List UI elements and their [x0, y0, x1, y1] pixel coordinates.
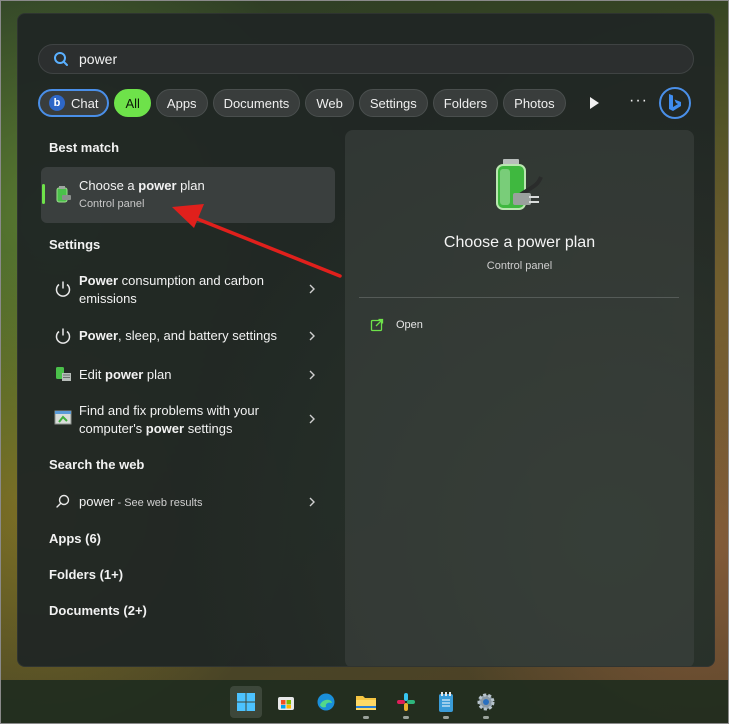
chevron-right-icon — [309, 331, 315, 341]
setting-edit-power-plan-label: Edit power plan — [79, 367, 172, 382]
chip-photos[interactable]: Photos — [503, 89, 566, 117]
bing-chat-icon: b — [49, 95, 65, 111]
power-icon — [55, 328, 71, 344]
chip-web-label: Web — [316, 95, 343, 111]
running-indicator — [363, 716, 369, 719]
open-external-icon — [370, 318, 384, 332]
apps-group[interactable]: Apps (6) — [49, 531, 101, 546]
edit-power-plan-icon — [56, 367, 71, 381]
documents-group[interactable]: Documents (2+) — [49, 603, 147, 618]
chip-chat[interactable]: b Chat — [38, 89, 110, 117]
selection-indicator — [42, 184, 45, 204]
chip-folders[interactable]: Folders — [432, 89, 499, 117]
best-match-heading: Best match — [49, 140, 120, 155]
search-panel: b Chat All Apps Documents Web Settings F… — [17, 13, 715, 667]
filter-chips: b Chat All Apps Documents Web Settings F… — [38, 88, 571, 118]
folders-group[interactable]: Folders (1+) — [49, 567, 123, 582]
chevron-right-icon — [309, 497, 315, 507]
preview-subtitle: Control panel — [486, 260, 553, 272]
chip-apps-label: Apps — [166, 95, 197, 111]
chip-documents[interactable]: Documents — [212, 89, 301, 117]
chip-chat-label: Chat — [71, 95, 99, 111]
web-result-label: power - See web results — [79, 494, 203, 509]
divider — [359, 297, 679, 298]
store-icon[interactable] — [270, 686, 302, 718]
more-options-icon[interactable]: ··· — [629, 93, 649, 110]
chip-settings-label: Settings — [369, 95, 417, 111]
setting-edit-power-plan[interactable]: Edit power plan — [41, 363, 335, 389]
slack-icon[interactable] — [390, 686, 422, 718]
search-input[interactable] — [79, 51, 639, 67]
preview-title: Choose a power plan — [443, 234, 596, 251]
web-result-item[interactable]: power - See web results — [41, 489, 335, 515]
chip-all[interactable]: All — [114, 89, 151, 117]
chevron-right-icon — [309, 284, 315, 294]
bing-button[interactable] — [659, 87, 691, 119]
setting-troubleshoot-power-label: Find and fix problems with your computer'… — [79, 403, 259, 436]
search-web-heading: Search the web — [49, 457, 145, 472]
edge-icon[interactable] — [310, 686, 342, 718]
chevron-right-icon — [309, 414, 315, 424]
chip-documents-label: Documents — [223, 95, 290, 111]
search-box[interactable] — [38, 44, 694, 74]
play-icon[interactable] — [588, 96, 600, 110]
setting-power-sleep-battery-label: Power, sleep, and battery settings — [79, 328, 277, 343]
chip-web[interactable]: Web — [305, 89, 354, 117]
notepad-icon[interactable] — [430, 686, 462, 718]
annotation-arrow — [172, 204, 342, 278]
file-explorer-icon[interactable] — [350, 686, 382, 718]
chevron-right-icon — [309, 370, 315, 380]
power-icon — [55, 281, 71, 297]
running-indicator — [483, 716, 489, 719]
settings-gear-icon[interactable] — [470, 686, 502, 718]
power-plan-large-icon — [496, 159, 543, 210]
setting-troubleshoot-power[interactable]: Find and fix problems with your computer'… — [41, 398, 335, 440]
settings-heading: Settings — [49, 237, 101, 252]
search-icon — [54, 52, 68, 66]
search-icon — [56, 494, 70, 508]
chip-all-label: All — [125, 95, 140, 111]
troubleshoot-icon — [54, 410, 72, 425]
windows-start-icon[interactable] — [230, 686, 262, 718]
open-action[interactable]: Open — [370, 316, 423, 334]
chip-settings[interactable]: Settings — [358, 89, 428, 117]
bing-icon — [669, 94, 681, 111]
preview-pane: Choose a power plan Control panel Open — [345, 130, 694, 666]
running-indicator — [403, 716, 409, 719]
running-indicator — [443, 716, 449, 719]
open-label: Open — [396, 319, 423, 331]
setting-power-sleep-battery[interactable]: Power, sleep, and battery settings — [41, 324, 335, 350]
chip-folders-label: Folders — [443, 95, 488, 111]
chip-photos-label: Photos — [514, 95, 555, 111]
chip-apps[interactable]: Apps — [155, 89, 208, 117]
power-plan-icon — [56, 186, 71, 203]
best-match-subtitle: Control panel — [79, 198, 145, 210]
